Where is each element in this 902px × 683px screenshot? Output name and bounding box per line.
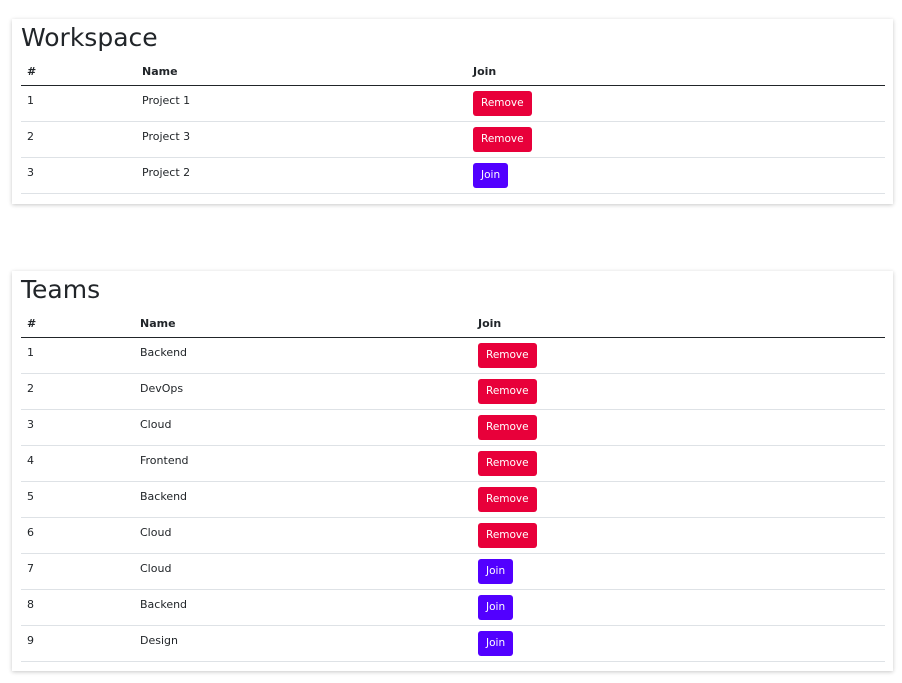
column-header-name: Name: [134, 315, 478, 338]
remove-button[interactable]: Remove: [473, 126, 532, 152]
row-action-cell: Join: [478, 553, 885, 590]
row-name: Project 3: [136, 121, 473, 158]
row-number: 4: [21, 445, 134, 482]
table-row: 9 Design Join: [21, 625, 885, 662]
row-action-cell: Remove: [478, 481, 885, 518]
workspace-table-body: 1 Project 1 Remove 2 Project 3 Remove 3 Project…: [21, 85, 885, 194]
column-header-join: Join: [473, 63, 885, 86]
table-row: 7 Cloud Join: [21, 553, 885, 590]
remove-button[interactable]: Remove: [478, 450, 537, 476]
table-row: 2 DevOps Remove: [21, 373, 885, 410]
table-row: 6 Cloud Remove: [21, 517, 885, 554]
row-number: 9: [21, 625, 134, 662]
row-number: 1: [21, 85, 136, 122]
table-header-row: # Name Join: [21, 315, 885, 338]
row-action-cell: Remove: [478, 373, 885, 410]
table-row: 2 Project 3 Remove: [21, 121, 885, 158]
teams-table: # Name Join 1 Backend Remove 2 DevOps Remove 3…: [21, 315, 885, 662]
remove-button[interactable]: Remove: [478, 522, 537, 548]
table-header-row: # Name Join: [21, 63, 885, 86]
remove-button[interactable]: Remove: [478, 414, 537, 440]
row-action-cell: Remove: [478, 517, 885, 554]
row-number: 1: [21, 337, 134, 374]
column-header-number: #: [21, 315, 134, 338]
table-row: 8 Backend Join: [21, 589, 885, 626]
row-number: 7: [21, 553, 134, 590]
row-name: Cloud: [134, 517, 478, 554]
teams-title: Teams: [21, 275, 101, 304]
row-name: DevOps: [134, 373, 478, 410]
join-button[interactable]: Join: [478, 594, 514, 620]
row-action-cell: Remove: [478, 337, 885, 374]
row-number: 2: [21, 373, 134, 410]
row-name: Backend: [134, 481, 478, 518]
join-button[interactable]: Join: [473, 162, 509, 188]
row-name: Cloud: [134, 553, 478, 590]
row-name: Project 2: [136, 157, 473, 194]
row-name: Project 1: [136, 85, 473, 122]
row-number: 5: [21, 481, 134, 518]
remove-button[interactable]: Remove: [478, 486, 537, 512]
row-number: 8: [21, 589, 134, 626]
column-header-number: #: [21, 63, 136, 86]
row-name: Backend: [134, 337, 478, 374]
row-number: 6: [21, 517, 134, 554]
table-row: 1 Project 1 Remove: [21, 85, 885, 122]
remove-button[interactable]: Remove: [473, 90, 532, 116]
row-action-cell: Remove: [473, 121, 885, 158]
teams-table-body: 1 Backend Remove 2 DevOps Remove 3 Cloud Remove 4…: [21, 337, 885, 662]
row-action-cell: Join: [478, 625, 885, 662]
table-row: 4 Frontend Remove: [21, 445, 885, 482]
row-action-cell: Join: [473, 157, 885, 194]
row-action-cell: Remove: [478, 409, 885, 446]
row-action-cell: Remove: [478, 445, 885, 482]
table-row: 3 Project 2 Join: [21, 157, 885, 194]
row-name: Frontend: [134, 445, 478, 482]
remove-button[interactable]: Remove: [478, 378, 537, 404]
column-header-name: Name: [136, 63, 473, 86]
table-row: 5 Backend Remove: [21, 481, 885, 518]
row-number: 3: [21, 409, 134, 446]
join-button[interactable]: Join: [478, 558, 514, 584]
table-row: 3 Cloud Remove: [21, 409, 885, 446]
join-button[interactable]: Join: [478, 630, 514, 656]
column-header-join: Join: [478, 315, 885, 338]
workspace-table: # Name Join 1 Project 1 Remove 2 Project 3 Re…: [21, 63, 885, 194]
row-action-cell: Remove: [473, 85, 885, 122]
row-name: Design: [134, 625, 478, 662]
row-number: 3: [21, 157, 136, 194]
remove-button[interactable]: Remove: [478, 342, 537, 368]
workspace-card: Workspace # Name Join 1 Project 1 Remove 2 P…: [12, 19, 893, 204]
workspace-title: Workspace: [21, 23, 158, 52]
teams-card: Teams # Name Join 1 Backend Remove 2 DevOps R…: [12, 271, 893, 671]
table-row: 1 Backend Remove: [21, 337, 885, 374]
row-name: Cloud: [134, 409, 478, 446]
row-name: Backend: [134, 589, 478, 626]
row-number: 2: [21, 121, 136, 158]
row-action-cell: Join: [478, 589, 885, 626]
